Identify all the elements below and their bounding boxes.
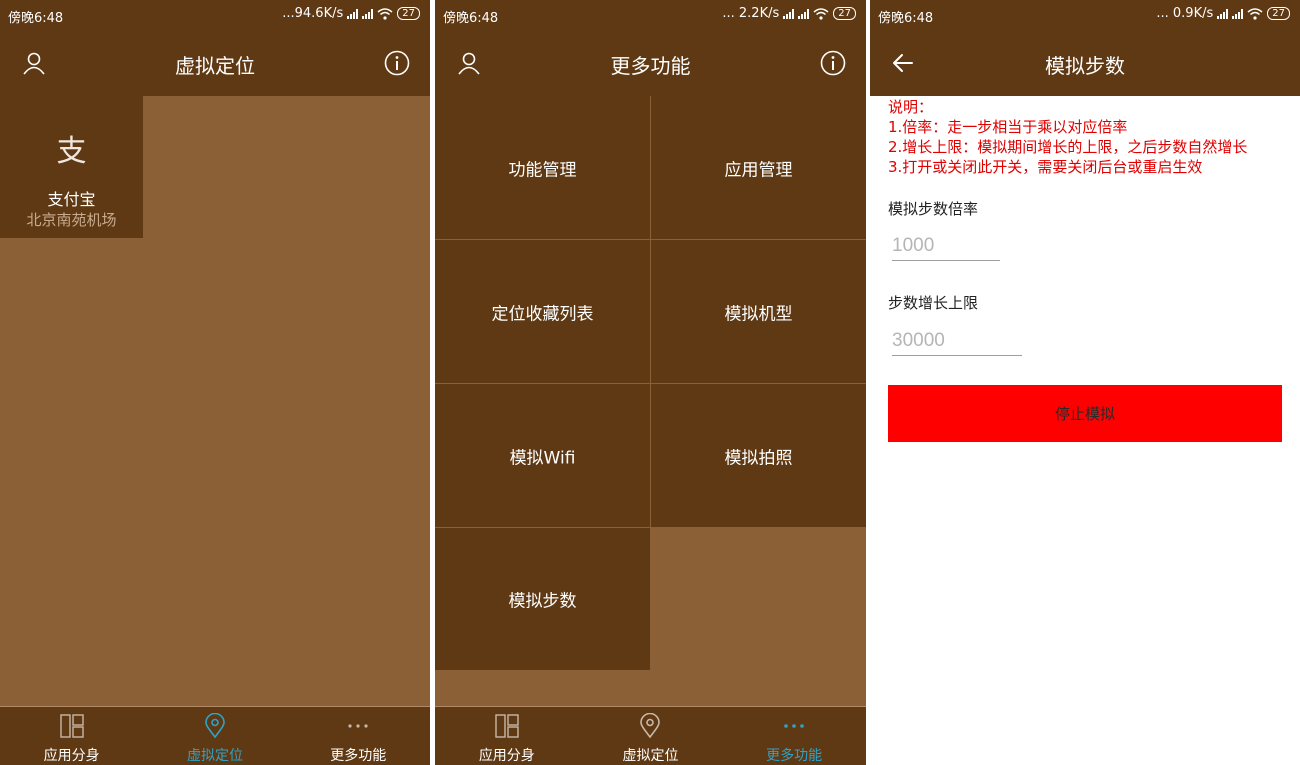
network-speed: ... 2.2K/s [722, 6, 780, 21]
status-time: 傍晚6:48 [878, 11, 934, 26]
tile-label: 模拟步数 [508, 591, 577, 612]
limit-label: 步数增长上限 [888, 294, 979, 312]
bottom-nav: 应用分身 虚拟定位 更多功能 [0, 706, 430, 765]
tile-location-favorites[interactable]: 定位收藏列表 [435, 240, 650, 383]
nav-label: 虚拟定位 [186, 748, 243, 764]
tile-label: 应用管理 [724, 160, 793, 180]
tile-label: 模拟拍照 [724, 448, 793, 468]
note-line: 2.增长上限：模拟期间增长的上限，之后步数自然增长 [888, 138, 1248, 156]
nav-app-clone[interactable]: 应用分身 [435, 707, 579, 765]
nav-app-clone[interactable]: 应用分身 [0, 707, 143, 765]
tile-label: 定位收藏列表 [491, 304, 594, 324]
app-tile-alipay[interactable]: 支 支付宝 北京南苑机场 [0, 96, 143, 238]
app-bar: 虚拟定位 [0, 30, 430, 96]
layout-icon [59, 714, 84, 738]
status-indicators: ... 0.9K/s 27 [1156, 6, 1290, 21]
wifi-icon [813, 7, 829, 20]
tile-simulate-photo[interactable]: 模拟拍照 [651, 384, 866, 527]
simulate-steps-screen: 傍晚6:48 ... 0.9K/s 27 模拟步数 说明： 1.倍率：走一步相当… [870, 0, 1300, 765]
nav-more-features[interactable]: 更多功能 [722, 707, 866, 765]
tile-label: 功能管理 [508, 160, 577, 180]
location-pin-icon [640, 713, 661, 739]
app-bar: 更多功能 [435, 30, 866, 96]
status-time: 傍晚6:48 [8, 11, 64, 26]
battery-icon: 27 [1267, 7, 1290, 20]
status-indicators: ... 2.2K/s 27 [722, 6, 856, 21]
nav-label: 应用分身 [43, 748, 100, 764]
bottom-nav: 应用分身 虚拟定位 更多功能 [435, 706, 866, 765]
multiplier-input[interactable] [892, 231, 1000, 261]
tile-simulate-device-model[interactable]: 模拟机型 [651, 240, 866, 383]
app-bar: 模拟步数 [870, 30, 1300, 96]
battery-icon: 27 [397, 7, 420, 20]
tile-simulate-wifi[interactable]: 模拟Wifi [435, 384, 650, 527]
nav-label: 应用分身 [478, 748, 535, 764]
virtual-location-screen: 傍晚6:48 ...94.6K/s 27 虚拟定位 支 支付宝 北京南苑机场 应… [0, 0, 430, 765]
page-title: 模拟步数 [1045, 54, 1125, 78]
alipay-icon: 支 [56, 134, 87, 169]
note-line: 3.打开或关闭此开关，需要关闭后台或重启生效 [888, 158, 1203, 176]
signal-icon [798, 8, 810, 19]
wifi-icon [377, 7, 393, 20]
multiplier-label: 模拟步数倍率 [888, 200, 979, 218]
nav-label: 更多功能 [766, 748, 823, 764]
location-pin-icon [205, 713, 225, 739]
nav-label: 更多功能 [330, 748, 387, 764]
tile-label: 模拟机型 [724, 304, 793, 324]
info-icon[interactable] [384, 50, 410, 76]
nav-label: 虚拟定位 [622, 748, 679, 764]
more-features-screen: 傍晚6:48 ... 2.2K/s 27 更多功能 功能管理 应用管理 定位收藏… [435, 0, 866, 765]
app-tile-name: 支付宝 [47, 190, 96, 209]
signal-icon [1217, 8, 1229, 19]
signal-icon [362, 8, 374, 19]
status-bar: 傍晚6:48 ... 2.2K/s 27 [435, 0, 866, 30]
wifi-icon [1247, 7, 1263, 20]
tile-app-management[interactable]: 应用管理 [651, 96, 866, 239]
stop-simulation-button[interactable]: 停止模拟 [888, 385, 1282, 442]
signal-icon [783, 8, 795, 19]
limit-input[interactable] [892, 326, 1022, 356]
page-title: 更多功能 [610, 54, 691, 78]
signal-icon [1232, 8, 1244, 19]
more-dots-icon [784, 724, 804, 728]
tile-simulate-steps[interactable]: 模拟步数 [435, 528, 650, 670]
note-heading: 说明： [888, 98, 934, 116]
network-speed: ... 0.9K/s [1156, 6, 1214, 21]
info-icon[interactable] [820, 50, 846, 76]
app-tile-location: 北京南苑机场 [26, 211, 117, 229]
nav-more-features[interactable]: 更多功能 [287, 707, 430, 765]
status-bar: 傍晚6:48 ...94.6K/s 27 [0, 0, 430, 30]
status-time: 傍晚6:48 [443, 11, 499, 26]
instructions-note: 说明： 1.倍率：走一步相当于乘以对应倍率 2.增长上限：模拟期间增长的上限，之… [888, 97, 1247, 177]
network-speed: ...94.6K/s [282, 6, 344, 21]
status-indicators: ...94.6K/s 27 [282, 6, 420, 21]
nav-virtual-location[interactable]: 虚拟定位 [143, 707, 286, 765]
nav-virtual-location[interactable]: 虚拟定位 [579, 707, 723, 765]
layout-icon [495, 714, 519, 738]
battery-icon: 27 [833, 7, 856, 20]
status-bar: 傍晚6:48 ... 0.9K/s 27 [870, 0, 1300, 30]
note-line: 1.倍率：走一步相当于乘以对应倍率 [888, 118, 1128, 136]
tile-label: 模拟Wifi [509, 448, 576, 468]
signal-icon [347, 8, 359, 19]
tile-feature-management[interactable]: 功能管理 [435, 96, 650, 239]
more-dots-icon [348, 724, 368, 728]
page-title: 虚拟定位 [175, 54, 255, 78]
